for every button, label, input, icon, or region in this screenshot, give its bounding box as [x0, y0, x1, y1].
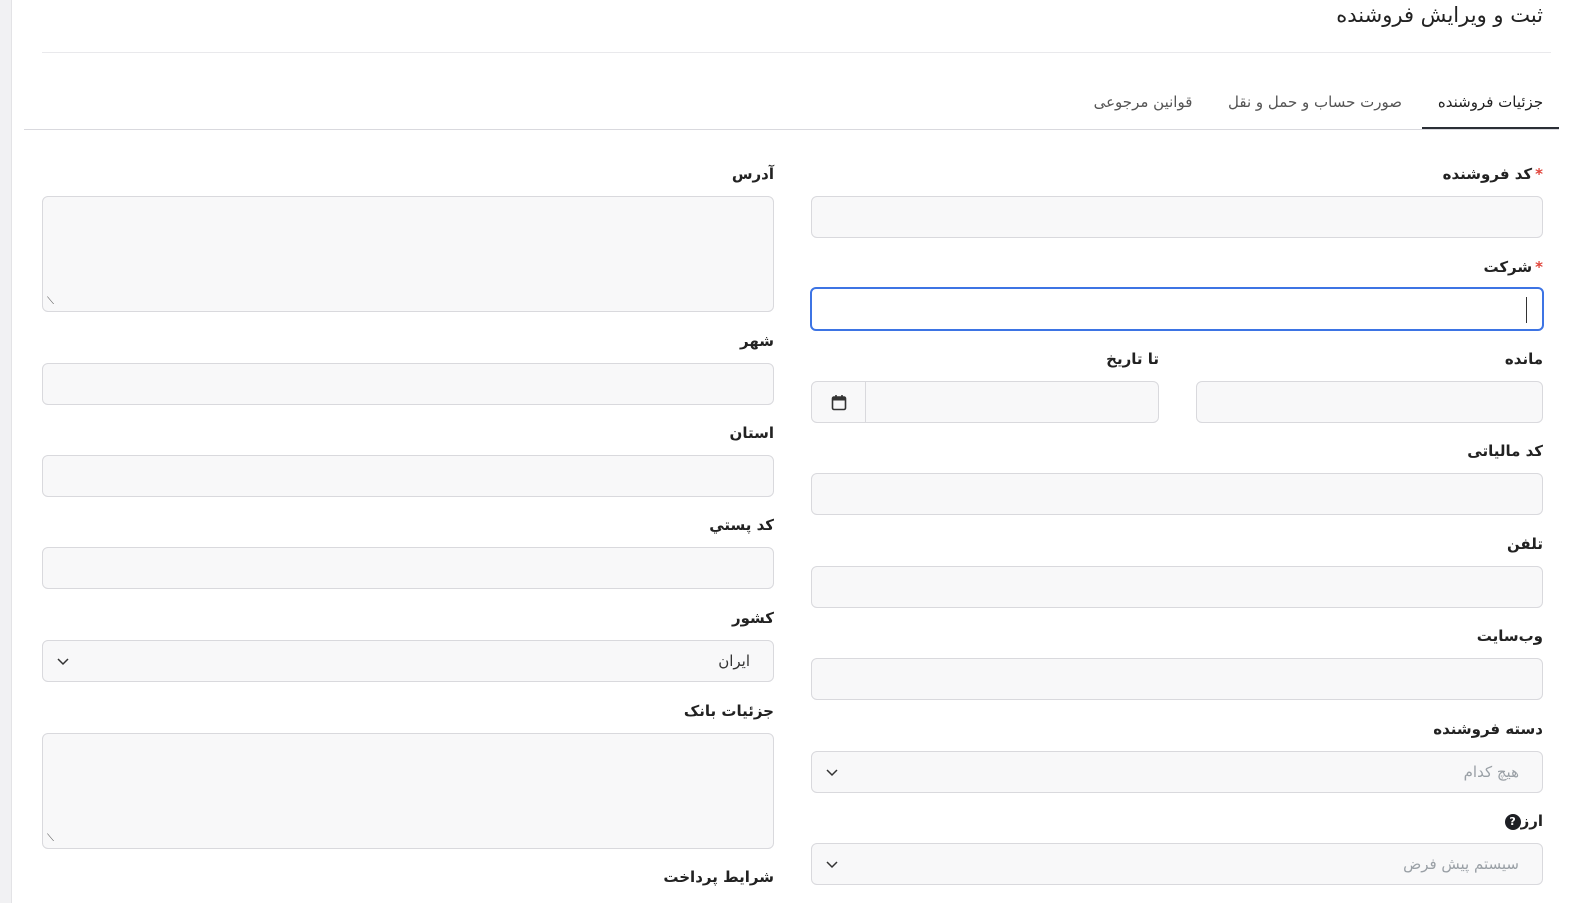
calendar-icon	[831, 394, 846, 410]
postal-code-label: کد پستي	[709, 516, 774, 534]
company-label: *شرکت	[1483, 258, 1543, 276]
page-title: ثبت و ویرایش فروشنده	[1336, 3, 1543, 27]
tab-return-policies[interactable]: قوانین مرجوعی	[1085, 80, 1201, 127]
left-sidebar-edge	[0, 0, 12, 903]
address-textarea[interactable]: ⟋	[42, 196, 774, 312]
address-label: آدرس	[731, 165, 774, 183]
required-marker: *	[1535, 165, 1543, 183]
tab-vendor-details[interactable]: جزئیات فروشنده	[1422, 80, 1559, 129]
province-input[interactable]	[42, 455, 774, 497]
tab-billing-shipping[interactable]: صورت حساب و حمل و نقل	[1220, 80, 1410, 127]
vendor-category-label: دسته فروشنده	[1433, 720, 1543, 738]
currency-placeholder: سیستم پیش فرض	[1403, 855, 1519, 873]
text-caret	[1526, 297, 1527, 323]
website-label: وب‌سایت	[1476, 627, 1543, 645]
province-label: استان	[729, 424, 774, 442]
balance-input[interactable]	[1196, 381, 1543, 423]
payment-terms-label: شرایط پرداخت	[663, 868, 774, 886]
postal-code-input[interactable]	[42, 547, 774, 589]
tax-code-input[interactable]	[811, 473, 1543, 515]
country-value: ایران	[718, 652, 750, 670]
vendor-code-input[interactable]	[811, 196, 1543, 238]
company-input[interactable]	[810, 287, 1544, 331]
title-divider	[42, 52, 1551, 53]
chevron-down-icon	[826, 769, 838, 777]
chevron-down-icon	[826, 861, 838, 869]
resize-grip-icon[interactable]: ⟋	[47, 834, 54, 844]
resize-grip-icon[interactable]: ⟋	[47, 297, 54, 307]
website-input[interactable]	[811, 658, 1543, 700]
chevron-down-icon	[57, 658, 69, 666]
tab-bar: جزئیات فروشنده صورت حساب و حمل و نقل قوا…	[24, 80, 1559, 130]
vendor-code-label: *کد فروشنده	[1442, 165, 1543, 183]
date-picker-button[interactable]	[811, 381, 866, 423]
phone-label: تلفن	[1506, 535, 1543, 553]
question-circle-icon[interactable]: ?	[1504, 813, 1521, 830]
city-label: شهر	[740, 332, 774, 350]
bank-details-textarea[interactable]: ⟋	[42, 733, 774, 849]
balance-label: مانده	[1504, 350, 1543, 368]
vendor-category-select[interactable]: هیچ کدام	[811, 751, 1543, 793]
required-marker: *	[1535, 258, 1543, 276]
tax-code-label: کد مالیاتی	[1467, 442, 1543, 460]
currency-label: ارز?	[1504, 812, 1543, 830]
to-date-input[interactable]	[865, 381, 1159, 423]
to-date-label: تا تاریخ	[1106, 350, 1159, 368]
phone-input[interactable]	[811, 566, 1543, 608]
currency-select[interactable]: سیستم پیش فرض	[811, 843, 1543, 885]
country-select[interactable]: ایران	[42, 640, 774, 682]
vendor-category-placeholder: هیچ کدام	[1463, 763, 1519, 781]
country-label: کشور	[731, 609, 774, 627]
bank-details-label: جزئیات بانک	[683, 702, 774, 720]
city-input[interactable]	[42, 363, 774, 405]
